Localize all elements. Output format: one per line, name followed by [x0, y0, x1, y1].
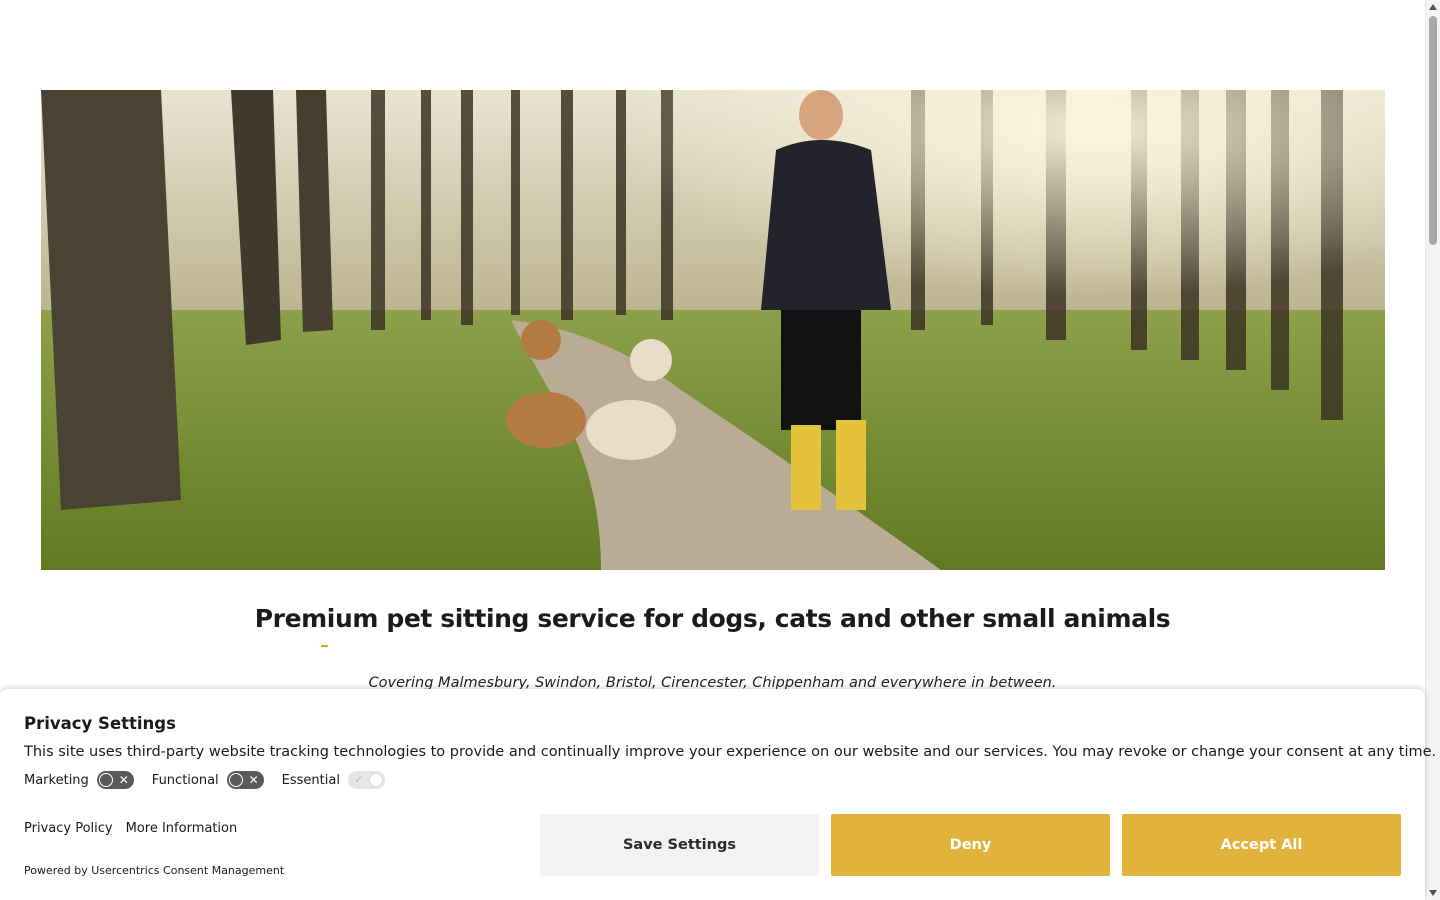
consent-description: This site uses third-party website track…: [24, 744, 1437, 760]
toggle-label-essential: Essential: [281, 772, 340, 788]
privacy-policy-link[interactable]: Privacy Policy: [24, 821, 113, 836]
powered-by-text: Powered by Usercentrics Consent Manageme…: [24, 864, 285, 877]
toggle-group-functional: Functional ✕: [152, 771, 264, 789]
toggle-label-functional: Functional: [151, 772, 219, 788]
privacy-consent-banner: Privacy Settings This site uses third-pa…: [0, 689, 1436, 900]
toggle-knob: [98, 773, 113, 787]
toggle-knob: [368, 773, 383, 787]
scrollbar-thumb[interactable]: [1429, 16, 1437, 245]
deny-button[interactable]: Deny: [831, 814, 1110, 876]
functional-toggle[interactable]: ✕: [226, 771, 264, 789]
toggle-knob: [228, 773, 243, 787]
consent-links: Privacy Policy More Information: [24, 821, 250, 836]
page-headline: Premium pet sitting service for dogs, ca…: [254, 604, 1171, 633]
hero-photo: [41, 90, 1385, 570]
more-information-link[interactable]: More Information: [126, 821, 238, 836]
scroll-up-arrow-icon[interactable]: [1429, 4, 1437, 10]
close-icon: ✕: [248, 773, 259, 787]
toggle-group-essential: Essential ✓: [282, 771, 385, 789]
consent-title: Privacy Settings: [24, 714, 176, 733]
scroll-down-arrow-icon[interactable]: [1429, 890, 1437, 896]
check-icon: ✓: [353, 773, 364, 786]
accept-all-button[interactable]: Accept All: [1122, 814, 1401, 876]
consent-toggles: Marketing ✕ Functional ✕ Essential ✓: [24, 771, 403, 789]
page-scrollbar[interactable]: [1425, 0, 1440, 900]
hero-image: [41, 90, 1385, 570]
save-settings-button[interactable]: Save Settings: [540, 814, 819, 876]
essential-toggle: ✓: [347, 771, 385, 789]
close-icon: ✕: [118, 773, 129, 787]
marketing-toggle[interactable]: ✕: [96, 771, 134, 789]
headline-accent-line: [321, 645, 328, 647]
toggle-label-marketing: Marketing: [24, 772, 89, 788]
toggle-group-marketing: Marketing ✕: [24, 771, 134, 789]
